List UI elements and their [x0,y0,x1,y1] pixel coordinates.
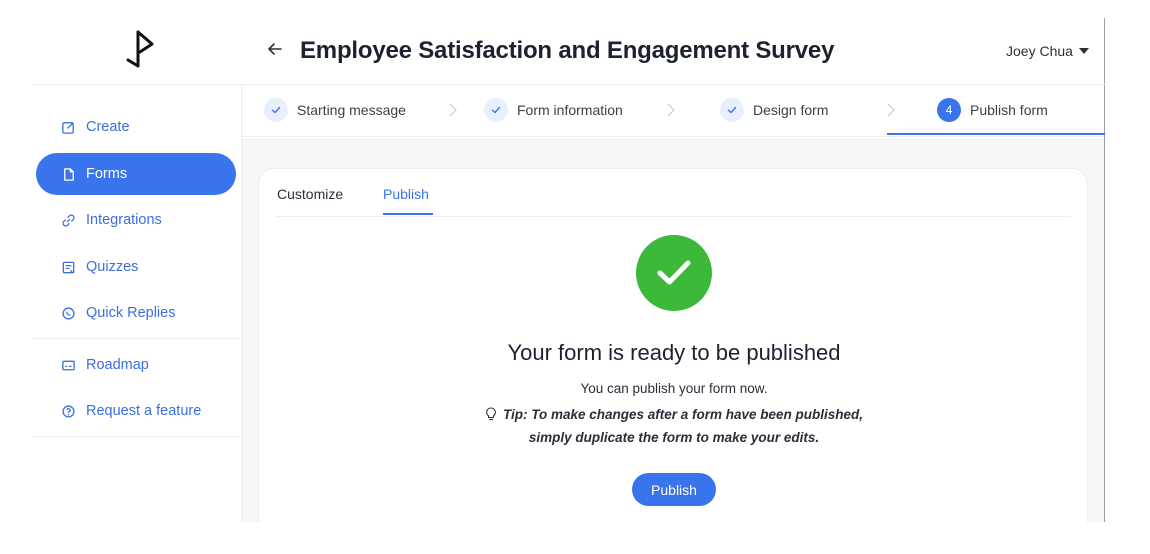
tip-line-1: Tip: To make changes after a form have b… [502,407,864,422]
chevron-right-icon [449,103,457,117]
document-icon [60,166,76,182]
caret-down-icon [1078,48,1089,54]
roadmap-icon [60,357,76,373]
step-label: Design form [753,102,829,118]
step-form-information[interactable]: Form information [484,97,623,123]
tab-publish[interactable]: Publish [383,186,429,202]
edit-icon [60,119,76,135]
active-step-indicator [887,133,1105,135]
tip-text: Tip: To make changes after a form have b… [424,403,924,449]
sidebar-item-label: Create [86,119,130,135]
page-title: Employee Satisfaction and Engagement Sur… [300,37,835,64]
sidebar-item-label: Roadmap [86,357,149,373]
step-number: 4 [937,98,961,122]
active-tab-indicator [383,213,433,215]
user-name: Joey Chua [1006,43,1073,59]
check-icon [484,98,508,122]
tabs-divider [276,216,1071,217]
sidebar-divider [32,436,240,437]
sidebar-item-create[interactable]: Create [36,106,236,148]
sidebar-item-label: Quick Replies [86,305,176,321]
sidebar-item-quizzes[interactable]: Quizzes [36,246,236,288]
chevron-right-icon [887,103,895,117]
step-starting-message[interactable]: Starting message [264,97,406,123]
back-arrow-icon[interactable] [264,38,286,60]
step-label: Publish form [970,102,1048,118]
sidebar-item-label: Forms [86,166,128,182]
chevron-right-icon [667,103,675,117]
stepper: Starting message Form information Design… [242,85,1104,137]
step-label: Form information [517,102,623,118]
tip-line-2: simply duplicate the form to make your e… [528,430,820,445]
whatsapp-icon [60,305,76,321]
ready-subtext: You can publish your form now. [580,381,768,396]
link-icon [60,212,76,228]
page-bottom [242,522,1105,554]
sidebar-item-forms[interactable]: Forms [36,153,236,195]
success-check-icon [636,235,712,311]
sidebar-item-quick-replies[interactable]: Quick Replies [36,292,236,334]
sidebar-item-label: Request a feature [86,403,202,419]
window-border [1104,18,1105,522]
step-design-form[interactable]: Design form [720,97,828,123]
check-icon [720,98,744,122]
check-icon [264,98,288,122]
lightbulb-icon [486,407,496,421]
tab-customize[interactable]: Customize [277,186,343,202]
quiz-icon [60,259,76,275]
step-publish-form[interactable]: 4 Publish form [937,97,1048,123]
user-menu[interactable]: Joey Chua [1006,43,1089,59]
step-label: Starting message [297,102,406,118]
sidebar-item-label: Quizzes [86,259,139,275]
sidebar-divider [32,338,240,339]
publish-button[interactable]: Publish [632,473,716,506]
sidebar-item-integrations[interactable]: Integrations [36,199,236,241]
ready-heading: Your form is ready to be published [507,340,841,365]
sidebar-item-request-feature[interactable]: Request a feature [36,390,236,432]
sidebar-item-label: Integrations [86,212,162,228]
app-logo[interactable] [124,26,164,76]
help-circle-icon [60,403,76,419]
sidebar-item-roadmap[interactable]: Roadmap [36,344,236,386]
